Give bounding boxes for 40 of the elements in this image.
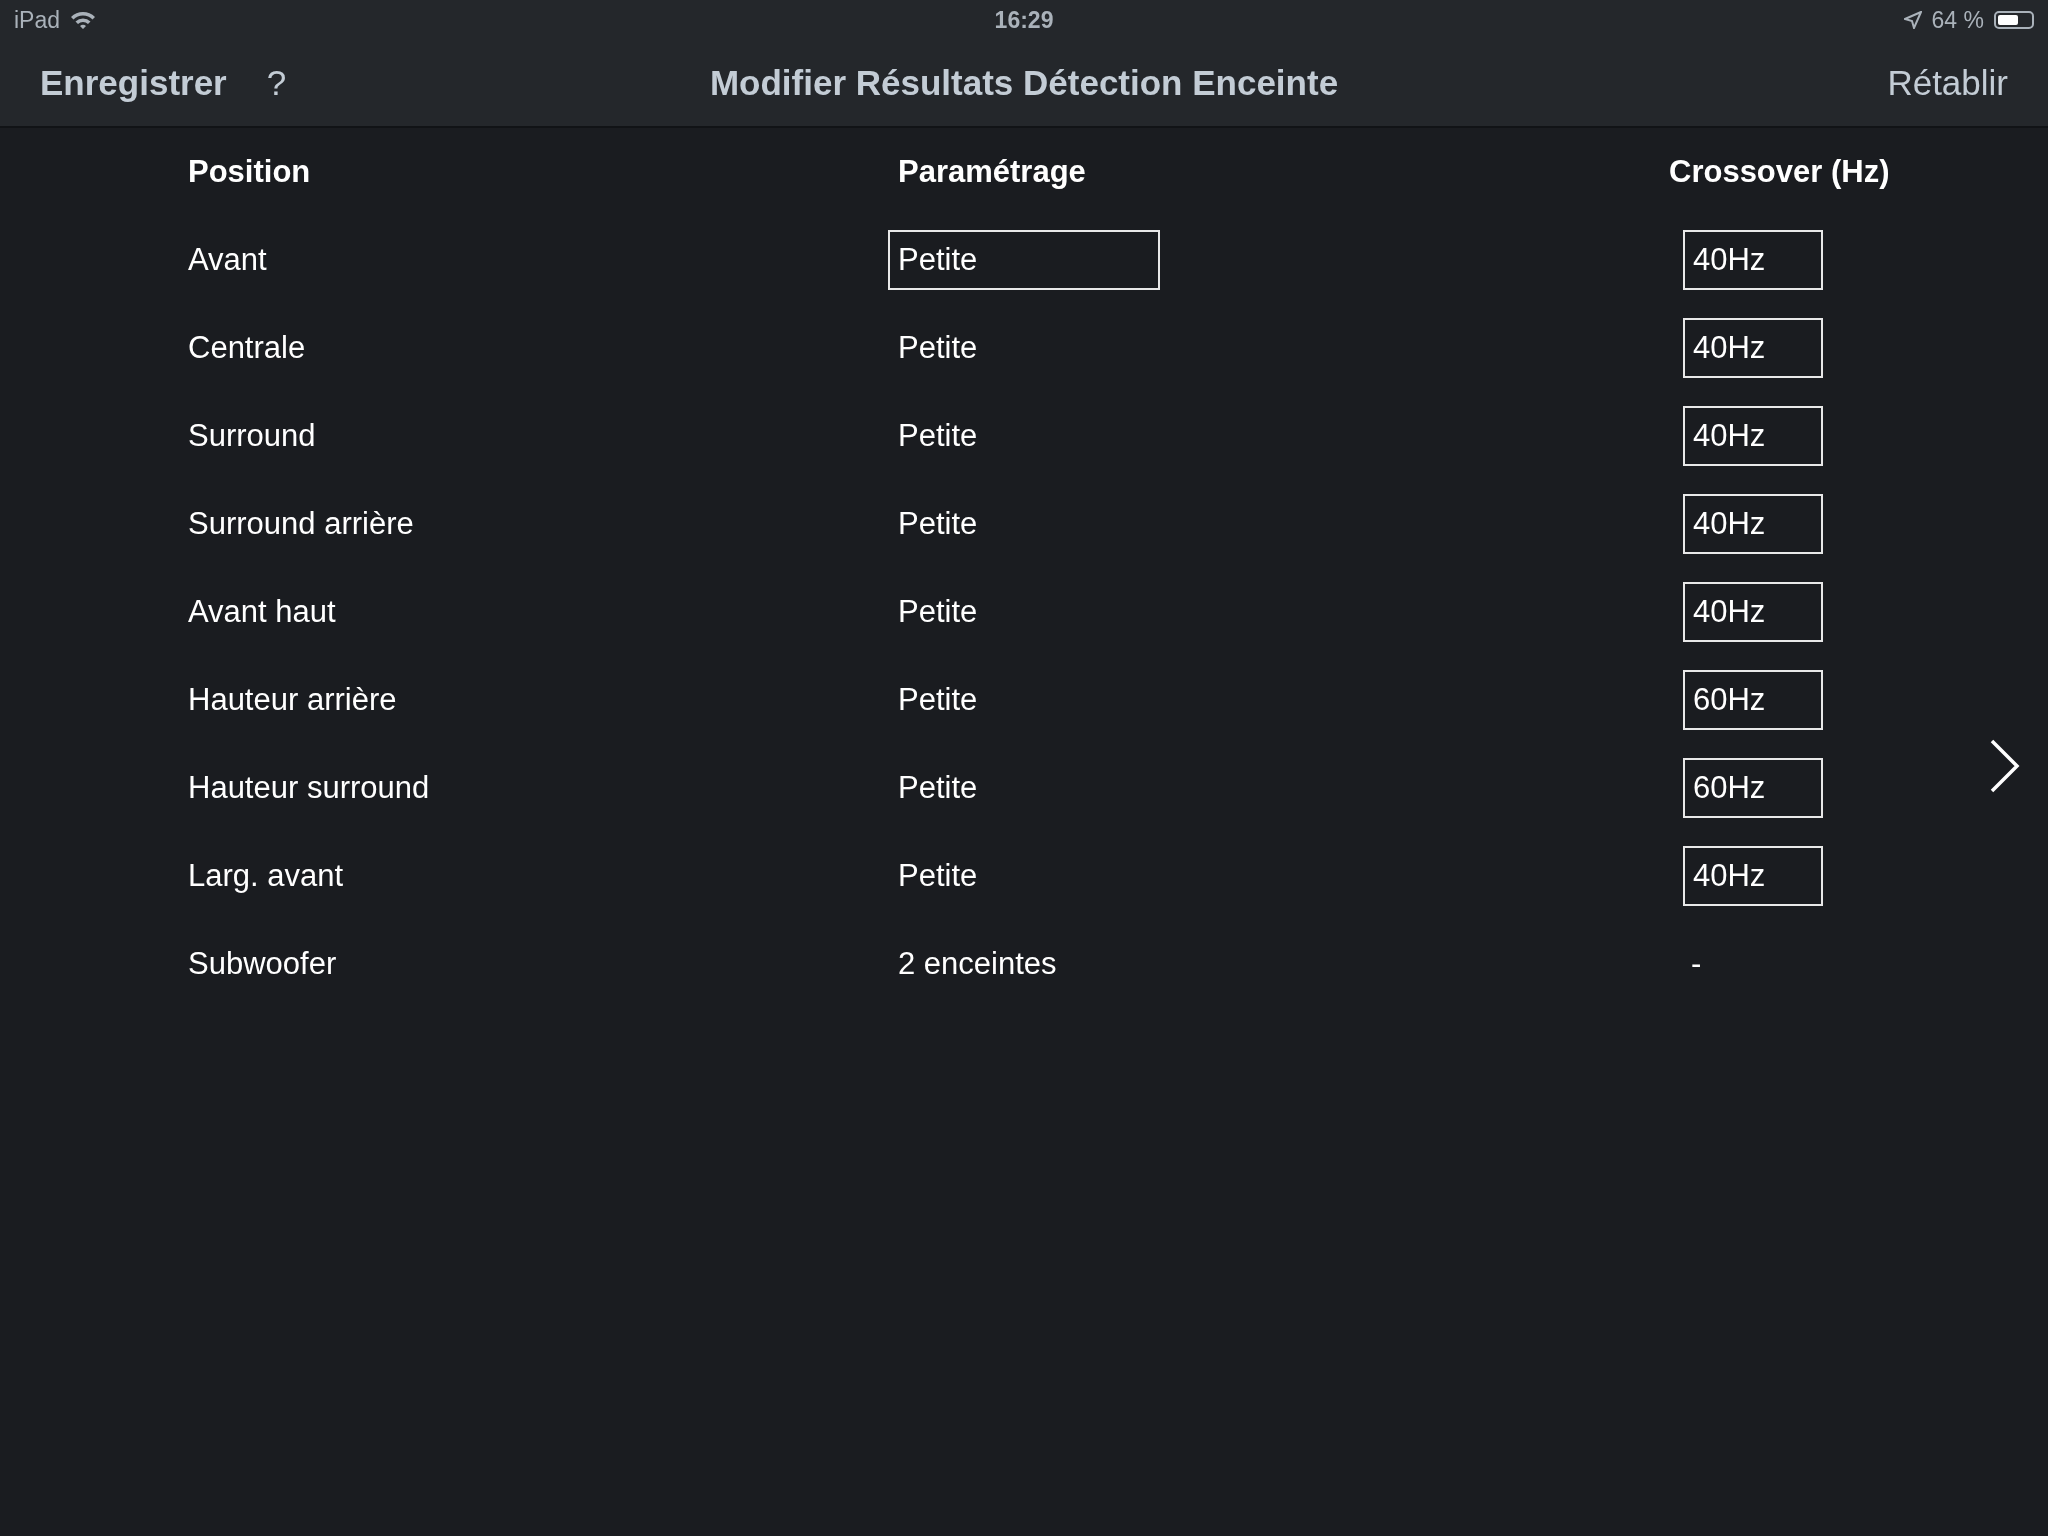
setting-field[interactable]: Petite	[888, 670, 1160, 730]
reset-button[interactable]: Rétablir	[1887, 63, 2008, 103]
speaker-position: Surround	[188, 418, 317, 454]
wifi-icon	[70, 10, 97, 30]
column-header: Paramétrage	[897, 154, 1087, 190]
help-button[interactable]: ?	[266, 63, 287, 103]
device-name: iPad	[14, 6, 61, 34]
crossover-field[interactable]: 60Hz	[1683, 758, 1823, 818]
speaker-position: Hauteur arrière	[188, 682, 398, 718]
crossover-field[interactable]: 40Hz	[1683, 230, 1823, 290]
speaker-position: Hauteur surround	[188, 770, 431, 806]
crossover-value: -	[1691, 946, 1703, 982]
crossover-field[interactable]: 40Hz	[1683, 494, 1823, 554]
setting-field[interactable]: Petite	[888, 582, 1160, 642]
speaker-position: Avant	[188, 242, 268, 278]
page-title: Modifier Résultats Détection Enceinte	[709, 63, 1339, 103]
speaker-position: Avant haut	[188, 594, 337, 630]
setting-field[interactable]: Petite	[888, 758, 1160, 818]
column-header: Position	[188, 154, 312, 190]
status-time: 16:29	[994, 6, 1054, 34]
crossover-field[interactable]: 60Hz	[1683, 670, 1823, 730]
setting-field[interactable]: Petite	[888, 406, 1160, 466]
speaker-position: Larg. avant	[188, 858, 345, 894]
crossover-field[interactable]: 40Hz	[1683, 318, 1823, 378]
battery-icon	[1994, 11, 2034, 29]
column-header: Crossover (Hz)	[1669, 154, 1891, 190]
location-arrow-icon	[1903, 11, 1922, 29]
setting-field[interactable]: Petite	[888, 846, 1160, 906]
setting-field[interactable]: 2 enceintes	[888, 934, 1160, 994]
save-button[interactable]: Enregistrer	[40, 63, 227, 103]
speaker-position: Subwoofer	[188, 946, 338, 982]
setting-field[interactable]: Petite	[888, 318, 1160, 378]
battery-percentage: 64 %	[1931, 6, 1984, 34]
setting-field[interactable]: Petite	[888, 230, 1160, 290]
speaker-position: Centrale	[188, 330, 307, 366]
speaker-position: Surround arrière	[188, 506, 415, 542]
crossover-field[interactable]: 40Hz	[1683, 846, 1823, 906]
crossover-field[interactable]: 40Hz	[1683, 582, 1823, 642]
setting-field[interactable]: Petite	[888, 494, 1160, 554]
crossover-field[interactable]: 40Hz	[1683, 406, 1823, 466]
